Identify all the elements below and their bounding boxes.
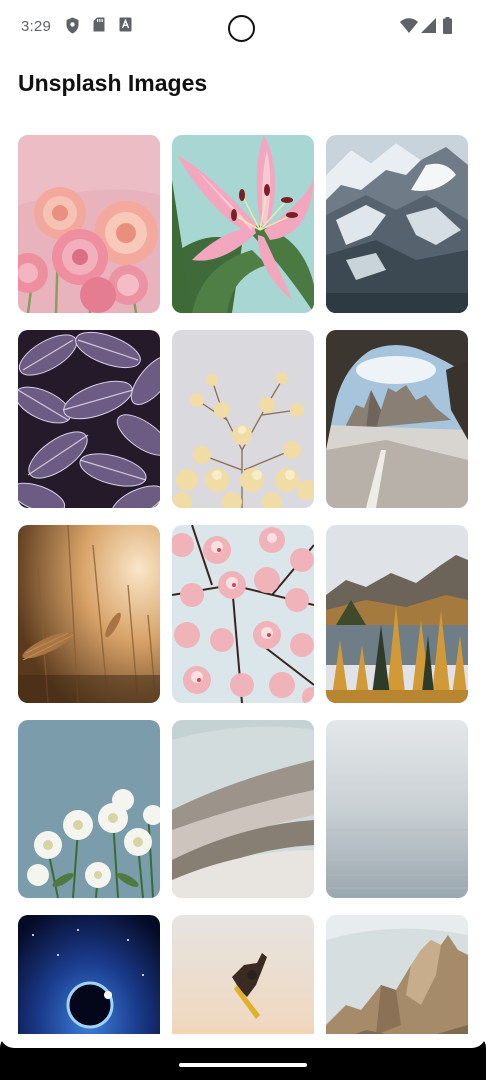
image-tile[interactable] [326,330,468,508]
image-tile[interactable] [172,720,314,898]
image-tile[interactable] [172,135,314,313]
cellular-signal-icon [421,18,436,33]
image-tile[interactable] [18,720,160,898]
image-grid [18,135,468,1034]
image-tile[interactable] [326,720,468,898]
camera-cutout [228,15,255,42]
blue-nebula-eclipse-image [18,915,160,1034]
pink-ranunculus-flowers-image [18,135,160,313]
image-tile[interactable] [172,525,314,703]
home-gesture-handle[interactable] [179,1063,307,1067]
image-tile[interactable] [18,915,160,1034]
image-grid-scroll[interactable] [0,120,486,1034]
shield-icon [66,17,79,34]
pink-lily-flower-image [172,135,314,313]
pink-cherry-blossoms-image [172,525,314,703]
golden-wheat-field-image [18,525,160,703]
white-daisies-blue-sky-image [18,720,160,898]
navigation-bar [0,1034,486,1080]
page-title: Unsplash Images [18,70,208,96]
pale-yellow-blossom-branches-image [172,330,314,508]
wifi-icon [400,18,418,33]
status-bar: 3:29 [0,0,486,54]
image-tile[interactable] [172,915,314,1034]
image-tile[interactable] [326,915,468,1034]
keyboard-a-icon [119,17,132,32]
status-time: 3:29 [21,18,51,35]
autumn-larch-lake-image [326,525,468,703]
snowboarder-jumping-image [172,915,314,1034]
image-tile[interactable] [326,525,468,703]
image-tile[interactable] [326,135,468,313]
image-tile[interactable] [172,330,314,508]
abstract-silk-waves-image [172,720,314,898]
rock-arch-dolomite-peaks-image [326,330,468,508]
misty-calm-sea-image [326,720,468,898]
battery-icon [443,17,452,34]
rocky-mountain-peaks-image [326,915,468,1034]
purple-striped-leaves-image [18,330,160,508]
image-tile[interactable] [18,135,160,313]
snowy-mountain-range-image [326,135,468,313]
sd-card-icon [93,17,105,32]
image-tile[interactable] [18,330,160,508]
image-tile[interactable] [18,525,160,703]
